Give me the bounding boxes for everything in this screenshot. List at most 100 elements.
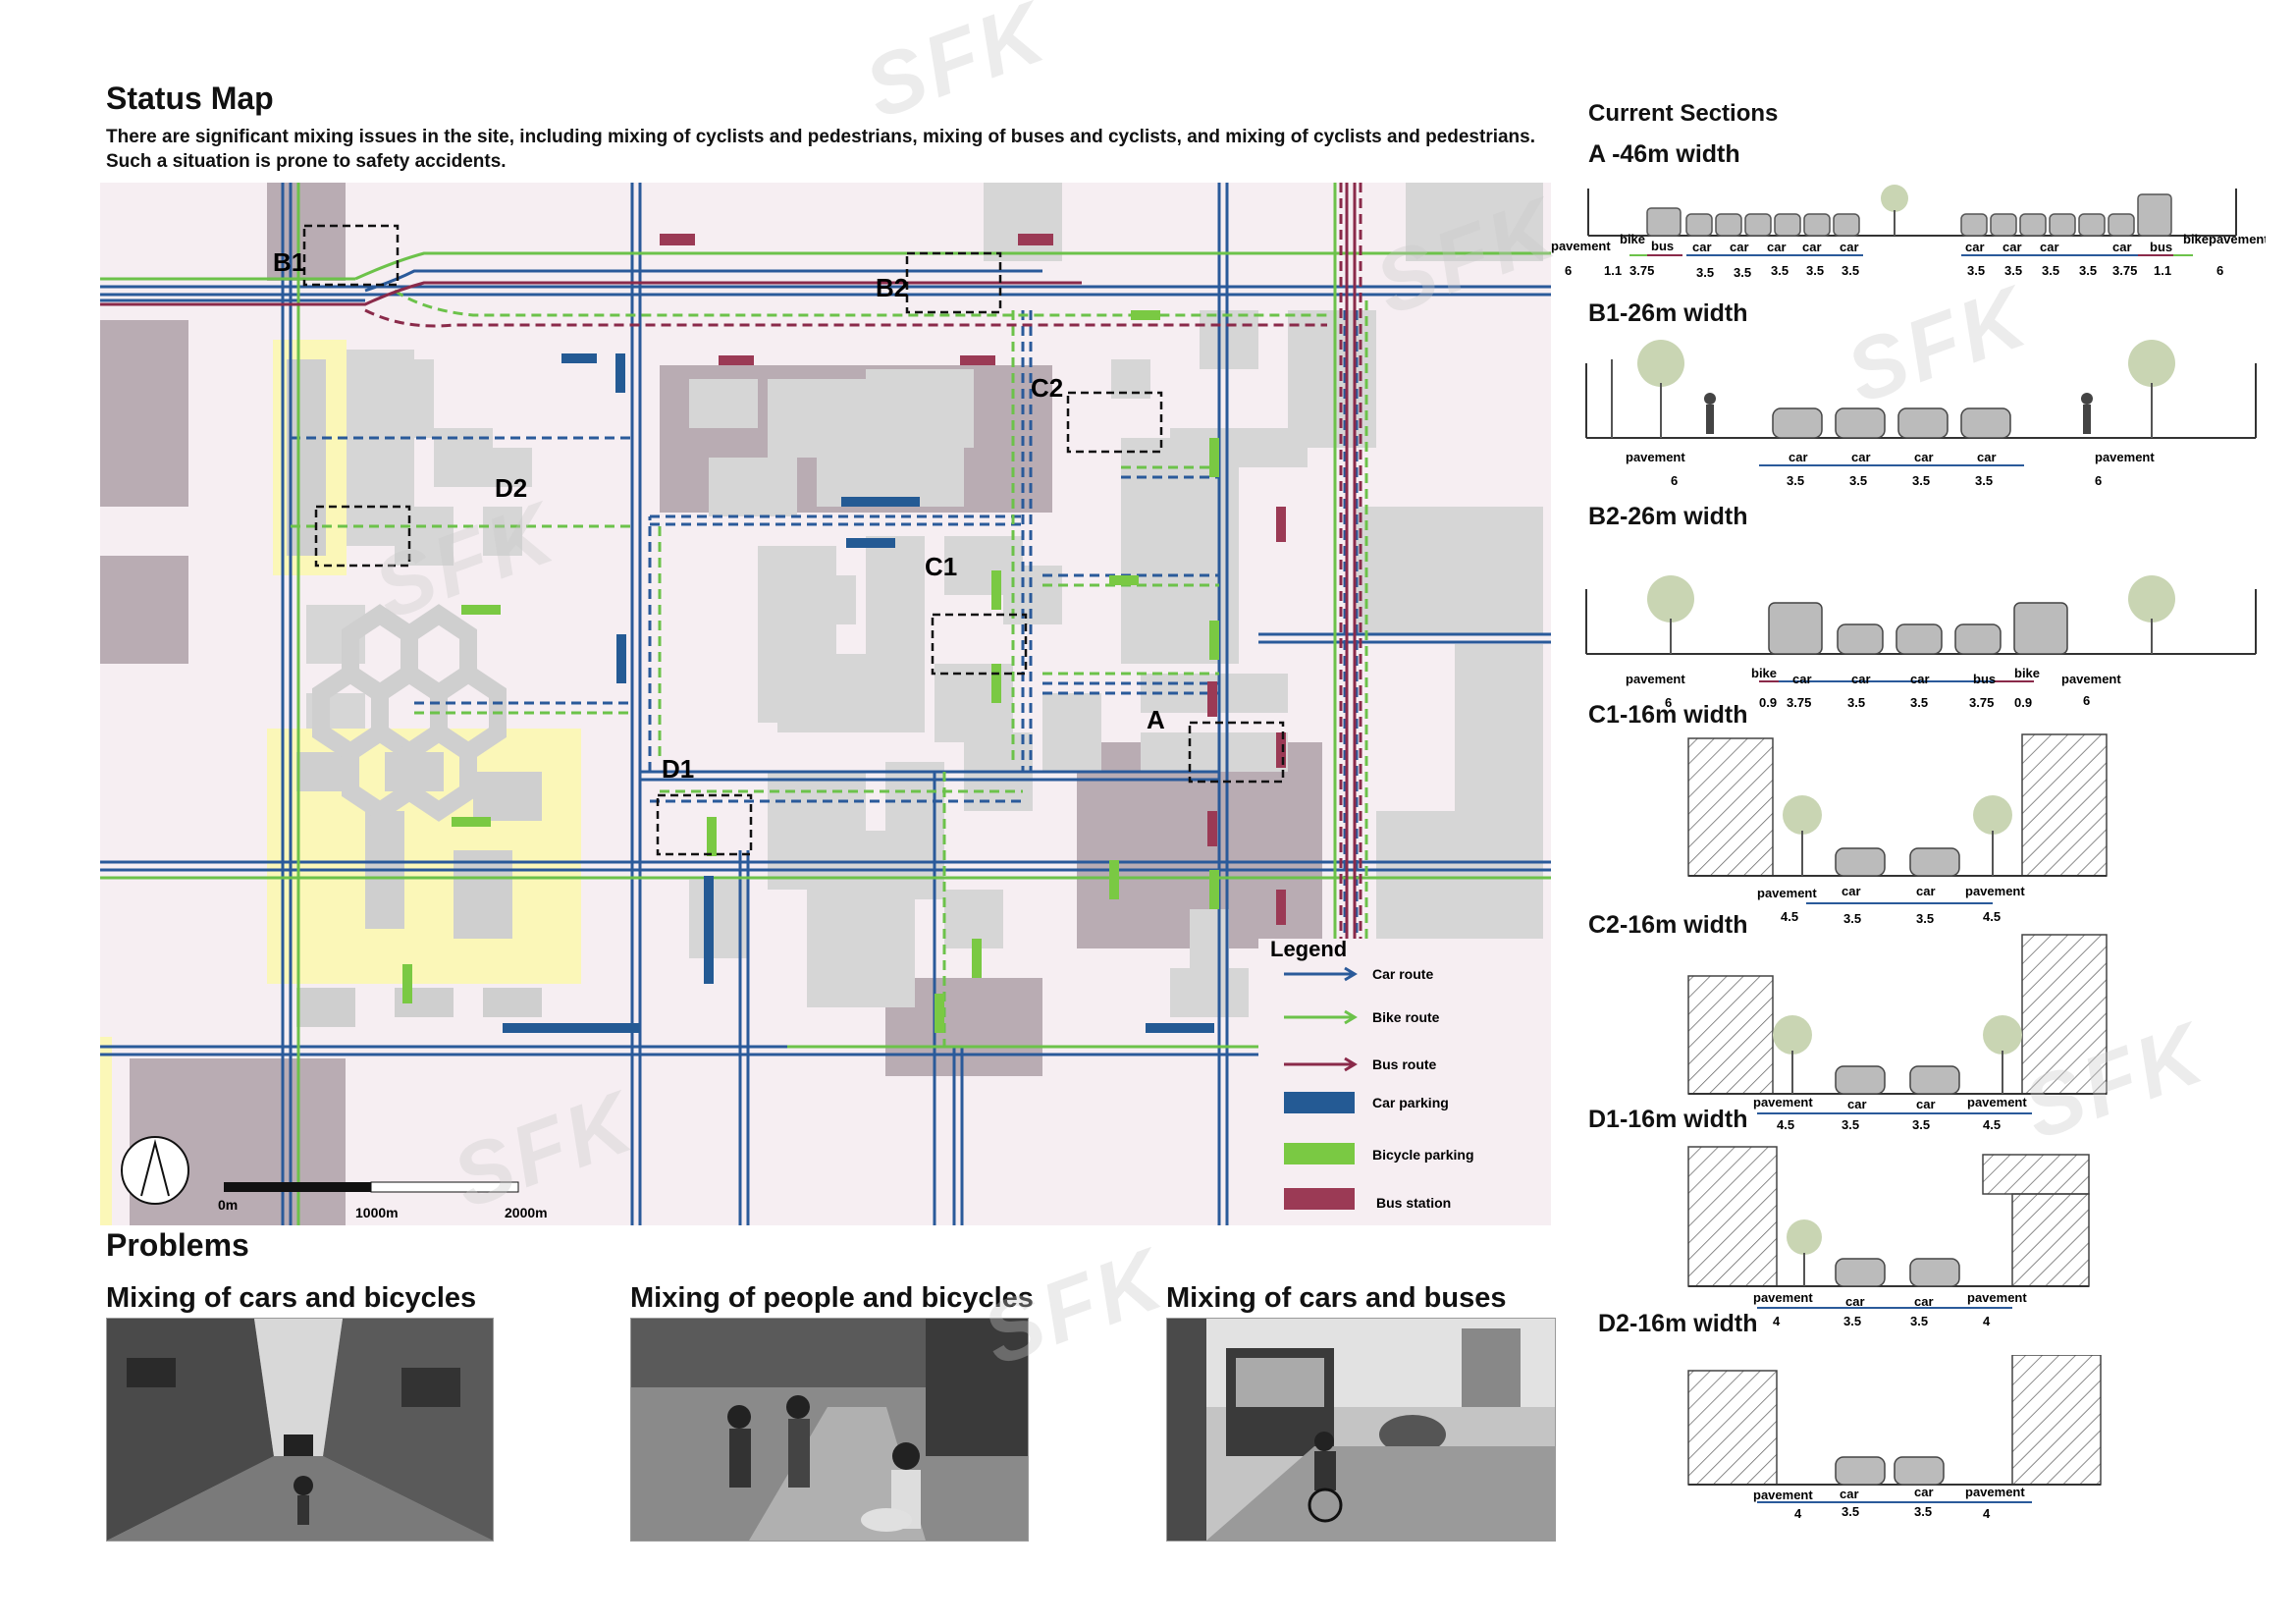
- svg-text:3.5: 3.5: [1696, 265, 1714, 280]
- section-D1-diagram: pavement car car pavement 4 3.5 3.5 4: [1687, 1146, 2090, 1328]
- marker-B2: B2: [876, 273, 908, 302]
- section-A-width-labels: 6 1.1 3.75 3.5 3.5 3.5 3.5 3.5 3.5 3.5 3…: [1565, 263, 2223, 280]
- svg-text:car: car: [2040, 240, 2059, 254]
- svg-text:car: car: [1840, 240, 1859, 254]
- svg-text:pavement: pavement: [1965, 1485, 2025, 1499]
- svg-text:pavement: pavement: [1551, 239, 1611, 253]
- svg-text:0.9: 0.9: [1759, 695, 1777, 710]
- scale-label-1000: 1000m: [355, 1205, 399, 1220]
- svg-text:car: car: [1802, 240, 1822, 254]
- svg-text:car: car: [2112, 240, 2132, 254]
- svg-text:bike: bike: [2014, 666, 2040, 680]
- svg-text:pavement: pavement: [1967, 1290, 2027, 1305]
- legend-bus-station-swatch: [1284, 1188, 1355, 1210]
- svg-text:4.5: 4.5: [1983, 1117, 2001, 1132]
- marker-D1: D1: [662, 754, 694, 784]
- svg-text:car: car: [1840, 1487, 1859, 1501]
- svg-text:car: car: [1910, 672, 1930, 686]
- section-B2-title: B2-26m width: [1588, 503, 1748, 530]
- svg-text:3.5: 3.5: [2079, 263, 2097, 278]
- svg-text:pavement: pavement: [1626, 672, 1685, 686]
- svg-text:car: car: [1914, 1485, 1934, 1499]
- svg-text:pavement: pavement: [2095, 450, 2155, 464]
- svg-text:bus: bus: [1973, 672, 1996, 686]
- legend-bus-route-label: Bus route: [1372, 1056, 1437, 1072]
- svg-text:car: car: [1767, 240, 1787, 254]
- watermark-logo: SFK: [852, 0, 1060, 137]
- svg-text:3.5: 3.5: [1787, 473, 1804, 488]
- svg-text:3.75: 3.75: [1969, 695, 1994, 710]
- svg-text:pavement: pavement: [1967, 1095, 2027, 1110]
- legend-bicycle-parking-swatch: [1284, 1143, 1355, 1164]
- svg-text:3.5: 3.5: [1847, 695, 1865, 710]
- section-C2-diagram: pavement car car pavement 4.5 3.5 3.5 4.…: [1687, 934, 2108, 1132]
- svg-text:car: car: [1792, 672, 1812, 686]
- sections-title: Current Sections: [1588, 99, 1779, 127]
- status-map-title: Status Map: [106, 81, 274, 116]
- svg-text:3.5: 3.5: [1806, 263, 1824, 278]
- svg-text:car: car: [1851, 672, 1871, 686]
- svg-text:3.5: 3.5: [1975, 473, 1993, 488]
- svg-text:3.5: 3.5: [1842, 1117, 1859, 1132]
- svg-text:3.5: 3.5: [1843, 911, 1861, 926]
- legend-car-parking-swatch: [1284, 1092, 1355, 1113]
- svg-text:3.75: 3.75: [2112, 263, 2137, 278]
- legend-title: Legend: [1270, 937, 1347, 961]
- svg-text:4.5: 4.5: [1983, 909, 2001, 924]
- svg-text:bike: bike: [1620, 232, 1645, 246]
- svg-text:3.5: 3.5: [1843, 1314, 1861, 1328]
- svg-text:pavement: pavement: [1757, 886, 1817, 900]
- section-C1-title: C1-16m width: [1588, 701, 1748, 729]
- svg-text:3.5: 3.5: [2042, 263, 2059, 278]
- svg-text:3.5: 3.5: [2004, 263, 2022, 278]
- svg-text:car: car: [1847, 1097, 1867, 1111]
- svg-text:0.9: 0.9: [2014, 695, 2032, 710]
- section-D1-title: D1-16m width: [1588, 1106, 1748, 1133]
- svg-text:3.5: 3.5: [1771, 263, 1789, 278]
- marker-A: A: [1147, 705, 1165, 734]
- svg-text:3.5: 3.5: [1914, 1504, 1932, 1519]
- section-B2-diagram: pavement bike car car car bus bike pavem…: [1585, 575, 2257, 710]
- svg-text:6: 6: [1671, 473, 1678, 488]
- section-D2-diagram: pavement car car pavement 4 3.5 3.5 4: [1687, 1355, 2102, 1521]
- section-A-title: A -46m width: [1588, 140, 1740, 168]
- svg-text:3.5: 3.5: [1734, 265, 1751, 280]
- problem-1-caption: Mixing of cars and bicycles: [106, 1282, 477, 1314]
- svg-text:car: car: [2002, 240, 2022, 254]
- marker-B1: B1: [273, 247, 305, 277]
- svg-text:car: car: [1692, 240, 1712, 254]
- problem-2-photo: [630, 1318, 1029, 1542]
- svg-text:3.5: 3.5: [1910, 695, 1928, 710]
- svg-text:3.5: 3.5: [1910, 1314, 1928, 1328]
- svg-text:3.5: 3.5: [1967, 263, 1985, 278]
- legend-car-parking-label: Car parking: [1372, 1095, 1449, 1110]
- marker-C1: C1: [925, 552, 957, 581]
- legend-bicycle-parking-label: Bicycle parking: [1372, 1147, 1474, 1163]
- svg-text:1.1: 1.1: [2154, 263, 2171, 278]
- svg-text:bike: bike: [1751, 666, 1777, 680]
- problem-1-photo: [106, 1318, 494, 1542]
- marker-D2: D2: [495, 473, 527, 503]
- svg-text:car: car: [1914, 450, 1934, 464]
- svg-text:4: 4: [1983, 1314, 1991, 1328]
- svg-text:6: 6: [2095, 473, 2102, 488]
- section-C1-diagram: pavement car car pavement 4.5 3.5 3.5 4.…: [1687, 733, 2108, 926]
- svg-text:bike: bike: [2183, 232, 2209, 246]
- svg-text:pavement: pavement: [1626, 450, 1685, 464]
- svg-text:3.75: 3.75: [1787, 695, 1811, 710]
- marker-C2: C2: [1031, 373, 1063, 403]
- svg-text:pavement: pavement: [1753, 1488, 1813, 1502]
- scale-label-0: 0m: [218, 1197, 238, 1213]
- svg-text:car: car: [1789, 450, 1808, 464]
- svg-text:car: car: [1977, 450, 1997, 464]
- svg-text:bus: bus: [2150, 240, 2172, 254]
- svg-text:6: 6: [1565, 263, 1572, 278]
- svg-text:car: car: [1845, 1294, 1865, 1309]
- svg-text:car: car: [1730, 240, 1749, 254]
- svg-text:bus: bus: [1651, 239, 1674, 253]
- svg-text:4: 4: [1794, 1506, 1802, 1521]
- svg-text:4: 4: [1773, 1314, 1781, 1328]
- svg-text:4.5: 4.5: [1777, 1117, 1794, 1132]
- svg-text:car: car: [1965, 240, 1985, 254]
- svg-text:pavement: pavement: [2209, 232, 2266, 246]
